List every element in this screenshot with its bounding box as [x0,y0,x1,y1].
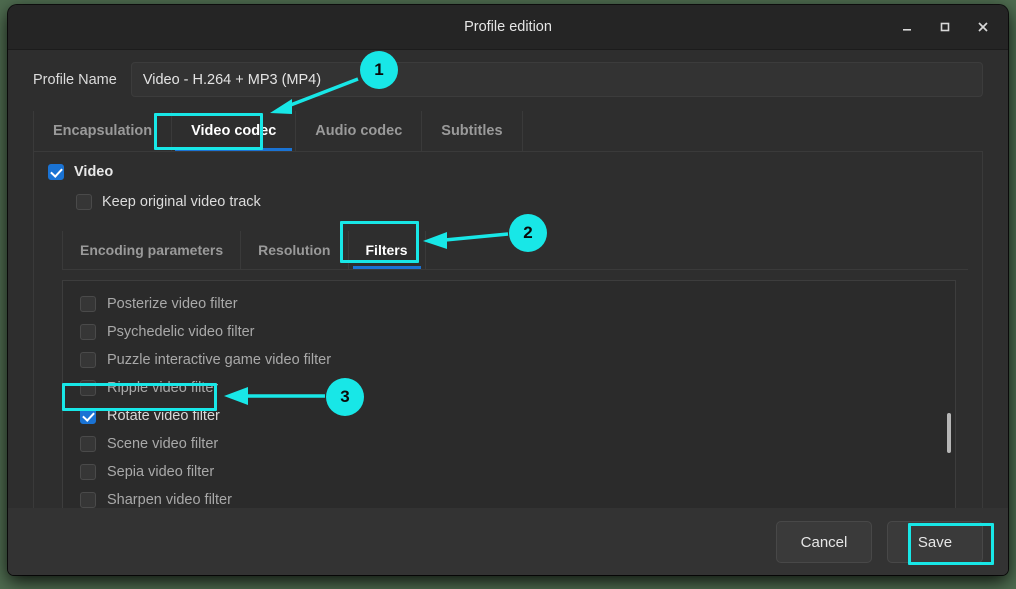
tab-label: Resolution [258,242,330,258]
profile-name-label: Profile Name [33,72,117,88]
maximize-icon[interactable] [930,12,960,42]
video-checkbox-label: Video [74,164,113,180]
window-controls [892,5,998,49]
dialog-footer: Cancel Save [8,508,1008,575]
keep-original-label: Keep original video track [102,194,261,210]
active-tab-underline [175,148,292,151]
tab-resolution[interactable]: Resolution [241,231,348,269]
video-sub-tab-bar: Encoding parameters Resolution Filters [62,230,968,270]
scrollbar-thumb[interactable] [947,413,951,453]
active-tab-underline [353,266,421,269]
filter-list-scrollbar[interactable] [946,283,952,517]
tab-label: Encoding parameters [80,242,223,258]
filter-checkbox[interactable] [80,324,96,340]
video-checkbox[interactable] [48,164,64,180]
tab-filters[interactable]: Filters [349,231,426,269]
list-item[interactable]: Psychedelic video filter [63,318,955,346]
window-titlebar: Profile edition [8,5,1008,50]
tab-label: Filters [366,242,408,258]
screen: Profile edition Profile Name [0,0,1016,589]
tab-subtitles[interactable]: Subtitles [422,111,522,151]
list-item[interactable]: Scene video filter [63,430,955,458]
filter-checkbox[interactable] [80,464,96,480]
list-item-rotate-video-filter[interactable]: Rotate video filter [63,402,955,430]
profile-name-row: Profile Name [8,50,1008,107]
list-item[interactable]: Sepia video filter [63,458,955,486]
filter-label: Ripple video filter [107,380,218,396]
keep-original-row[interactable]: Keep original video track [76,194,968,210]
save-button[interactable]: Save [887,521,983,563]
tab-encapsulation[interactable]: Encapsulation [33,111,172,151]
window-title: Profile edition [8,5,1008,49]
filter-checkbox[interactable] [80,492,96,508]
video-enable-row[interactable]: Video [48,164,968,180]
filter-label: Psychedelic video filter [107,324,255,340]
tab-encoding-parameters[interactable]: Encoding parameters [62,231,241,269]
filter-label: Sharpen video filter [107,492,232,508]
filter-label: Posterize video filter [107,296,238,312]
close-icon[interactable] [968,12,998,42]
filter-checkbox[interactable] [80,352,96,368]
filter-checkbox[interactable] [80,296,96,312]
filter-label: Sepia video filter [107,464,214,480]
cancel-button[interactable]: Cancel [776,521,872,563]
tab-label: Encapsulation [53,123,152,139]
filter-list-container: Posterize video filter Psychedelic video… [62,280,956,520]
filter-checkbox[interactable] [80,436,96,452]
tab-audio-codec[interactable]: Audio codec [296,111,422,151]
filter-label: Scene video filter [107,436,218,452]
filter-checkbox[interactable] [80,408,96,424]
profile-name-input[interactable] [131,62,983,97]
profile-edition-window: Profile edition Profile Name [8,5,1008,575]
list-item[interactable]: Posterize video filter [63,290,955,318]
tab-label: Subtitles [441,123,502,139]
minimize-icon[interactable] [892,12,922,42]
video-codec-panel: Video Keep original video track Encoding… [33,152,983,529]
list-item[interactable]: Puzzle interactive game video filter [63,346,955,374]
window-body: Profile Name Encapsulation Video codec A… [8,50,1008,575]
tab-label: Audio codec [315,123,402,139]
list-item[interactable]: Ripple video filter [63,374,955,402]
filter-checkbox[interactable] [80,380,96,396]
filter-label: Puzzle interactive game video filter [107,352,331,368]
filter-list: Posterize video filter Psychedelic video… [63,281,955,514]
tab-label: Video codec [191,123,276,139]
main-tab-bar: Encapsulation Video codec Audio codec Su… [33,110,983,152]
filter-label: Rotate video filter [107,408,220,424]
tab-video-codec[interactable]: Video codec [172,111,296,151]
keep-original-checkbox[interactable] [76,194,92,210]
